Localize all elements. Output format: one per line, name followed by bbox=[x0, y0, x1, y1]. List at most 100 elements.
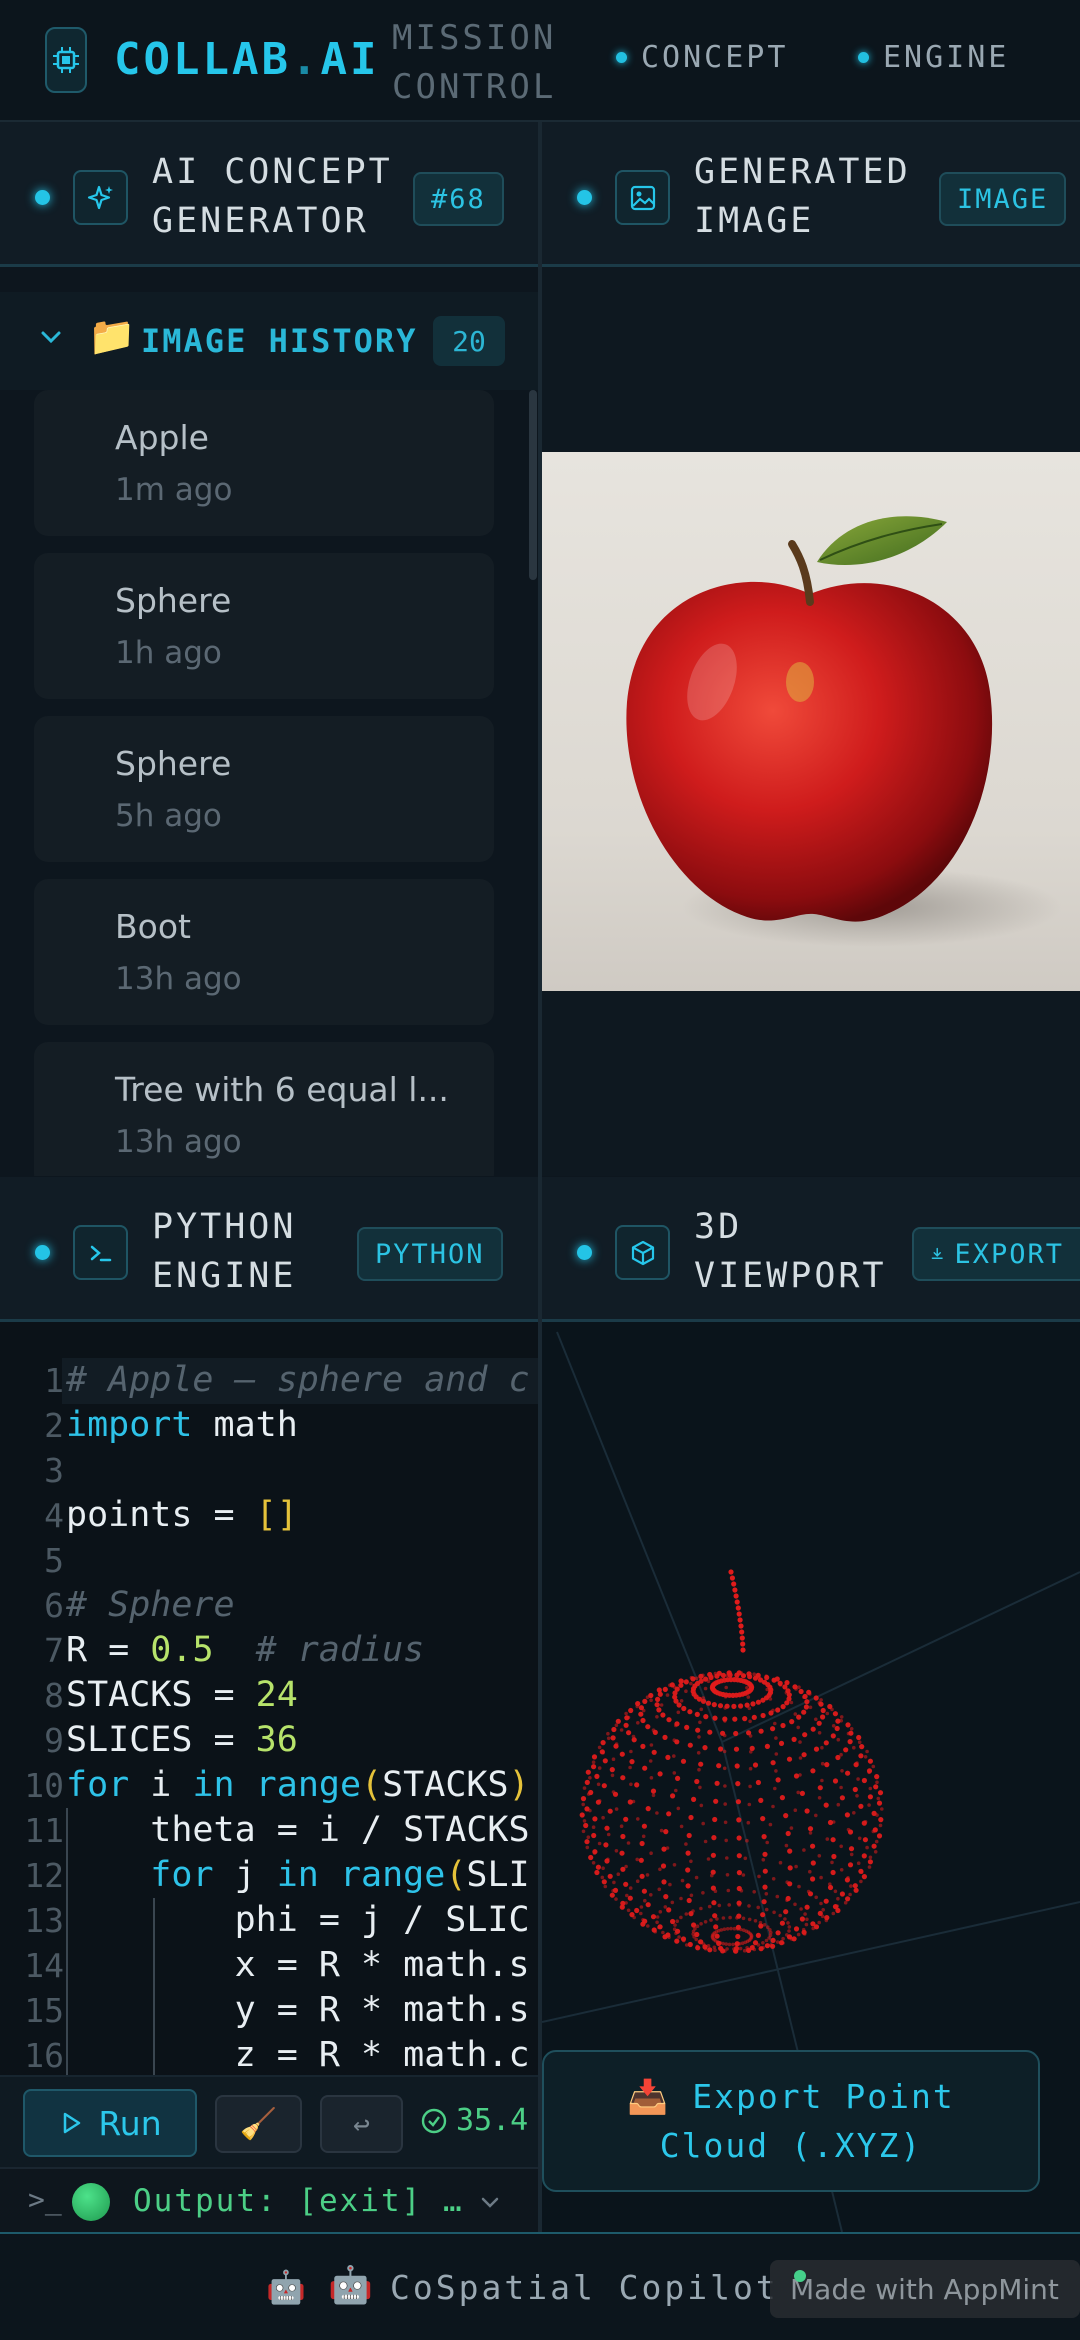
point bbox=[761, 1834, 767, 1840]
point bbox=[624, 1711, 628, 1716]
viewport-panel-title: 3D VIEWPORT bbox=[694, 1203, 887, 1301]
point bbox=[709, 1918, 713, 1922]
history-item[interactable]: Boot 13h ago bbox=[34, 879, 494, 1025]
mission-control-label: MISSION CONTROL bbox=[392, 14, 556, 112]
point bbox=[582, 1819, 587, 1823]
made-with-badge[interactable]: Made with AppMint bbox=[770, 2260, 1080, 2318]
point bbox=[868, 1786, 873, 1791]
history-item-name: Tree with 6 equal l... bbox=[115, 1070, 449, 1109]
python-panel-header: PYTHON ENGINE PYTHON bbox=[0, 1177, 538, 1322]
point bbox=[603, 1884, 608, 1889]
point bbox=[723, 1719, 727, 1723]
point bbox=[871, 1829, 876, 1834]
history-item[interactable]: Tree with 6 equal l... 13h ago bbox=[34, 1042, 494, 1176]
point bbox=[820, 1914, 825, 1919]
point bbox=[746, 1695, 751, 1699]
image-panel-header: GENERATED IMAGE IMAGE bbox=[542, 122, 1080, 267]
point bbox=[817, 1785, 823, 1791]
point bbox=[839, 1718, 843, 1723]
point bbox=[638, 1857, 644, 1863]
wrap-button[interactable]: ↩ bbox=[320, 2095, 403, 2153]
point bbox=[736, 1611, 742, 1617]
code-bracket: ) bbox=[508, 1765, 530, 1805]
point bbox=[811, 1926, 815, 1931]
code-keyword: in bbox=[276, 1855, 319, 1895]
history-scrollbar[interactable] bbox=[529, 390, 537, 580]
point bbox=[798, 1773, 802, 1777]
point bbox=[703, 1839, 708, 1844]
point bbox=[770, 1760, 776, 1766]
point bbox=[749, 1935, 754, 1940]
point bbox=[760, 1697, 766, 1703]
point bbox=[758, 1728, 764, 1734]
output-toggle[interactable]: >_ Output: [exit] … bbox=[0, 2167, 538, 2232]
line-number: 14 bbox=[24, 1946, 64, 1985]
export-button[interactable]: EXPORT bbox=[912, 1227, 1080, 1281]
point bbox=[592, 1816, 598, 1822]
code-text: x = R * math.s bbox=[66, 1945, 530, 1985]
point bbox=[760, 1816, 766, 1822]
point bbox=[614, 1742, 619, 1746]
point bbox=[814, 1895, 818, 1900]
point bbox=[645, 1806, 651, 1812]
nav-concept[interactable]: CONCEPT bbox=[616, 40, 788, 75]
point bbox=[798, 1688, 804, 1695]
history-item-name: Sphere bbox=[115, 581, 232, 620]
point bbox=[873, 1850, 878, 1854]
point bbox=[831, 1911, 836, 1916]
copilot-label[interactable]: CoSpatial Copilot bbox=[390, 2268, 779, 2307]
broom-icon: 🧹 bbox=[239, 2106, 278, 2142]
point bbox=[831, 1820, 836, 1824]
point bbox=[820, 1707, 826, 1714]
point bbox=[758, 1920, 763, 1925]
point bbox=[654, 1702, 660, 1708]
point bbox=[861, 1853, 867, 1859]
point bbox=[600, 1875, 605, 1880]
clear-button[interactable]: 🧹 bbox=[215, 2095, 302, 2153]
point bbox=[707, 1947, 713, 1953]
code-text: theta = i / STACKS bbox=[66, 1810, 530, 1850]
code-text: SLICES = bbox=[66, 1720, 256, 1760]
point bbox=[649, 1743, 654, 1747]
point bbox=[732, 1587, 738, 1593]
export-point-cloud-button[interactable]: 📥 Export Point Cloud (.XYZ) bbox=[542, 2050, 1040, 2192]
run-button[interactable]: Run bbox=[23, 2089, 197, 2157]
point bbox=[697, 1767, 701, 1772]
point bbox=[661, 1930, 665, 1935]
point bbox=[725, 1947, 729, 1951]
nav-engine[interactable]: ENGINE bbox=[858, 40, 1009, 75]
history-item[interactable]: Sphere 5h ago bbox=[34, 716, 494, 862]
point bbox=[661, 1879, 667, 1885]
point bbox=[580, 1796, 587, 1802]
image-panel-title: GENERATED IMAGE bbox=[694, 148, 911, 246]
point bbox=[645, 1724, 651, 1730]
point bbox=[808, 1692, 812, 1696]
image-history-toggle[interactable]: 📁 IMAGE HISTORY 20 bbox=[0, 292, 538, 390]
line-number: 7 bbox=[44, 1631, 64, 1670]
point bbox=[601, 1750, 605, 1755]
point bbox=[626, 1715, 631, 1720]
history-item-time: 5h ago bbox=[115, 798, 222, 834]
chevron-down-icon bbox=[478, 2191, 502, 2219]
point bbox=[582, 1786, 587, 1790]
point bbox=[804, 1808, 810, 1814]
history-item[interactable]: Sphere 1h ago bbox=[34, 553, 494, 699]
point bbox=[789, 1700, 794, 1705]
point bbox=[793, 1773, 800, 1779]
point bbox=[665, 1754, 671, 1760]
point bbox=[626, 1908, 631, 1913]
point bbox=[629, 1782, 633, 1787]
point bbox=[846, 1731, 851, 1736]
history-item[interactable]: Apple 1m ago bbox=[34, 390, 494, 536]
brand-logo[interactable]: COLLAB.AI bbox=[114, 34, 379, 85]
point bbox=[736, 1853, 742, 1859]
mission-line-1: MISSION bbox=[392, 18, 557, 58]
point bbox=[726, 1888, 731, 1893]
point bbox=[849, 1727, 854, 1731]
point bbox=[738, 1946, 743, 1951]
point bbox=[796, 1790, 800, 1795]
point bbox=[623, 1816, 629, 1822]
point bbox=[723, 1820, 728, 1825]
point bbox=[649, 1851, 653, 1855]
image-history-list[interactable]: Apple 1m ago Sphere 1h ago Sphere 5h ago… bbox=[0, 390, 538, 1176]
